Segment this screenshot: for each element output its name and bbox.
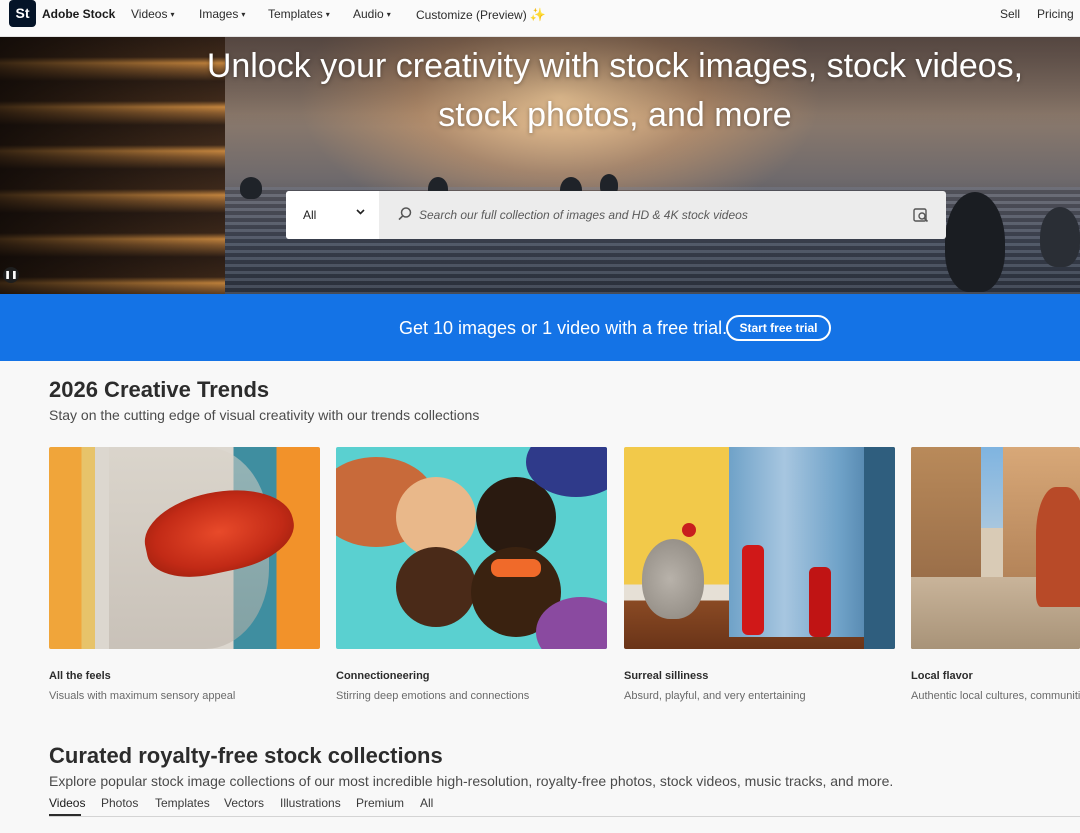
trend-card-subtitle: Authentic local cultures, communities [911, 690, 1080, 702]
visual-search-icon[interactable] [912, 206, 930, 224]
tab-videos[interactable]: Videos [49, 796, 85, 810]
tabs-divider [49, 816, 1080, 817]
chevron-down-icon: ▾ [325, 10, 330, 19]
nav-customize[interactable]: Customize (Preview) ✨ [416, 7, 546, 23]
pause-icon[interactable]: ❚❚ [3, 267, 19, 283]
tab-premium[interactable]: Premium [356, 796, 404, 810]
trend-card-title[interactable]: Surreal silliness [624, 670, 708, 682]
trend-card-subtitle: Absurd, playful, and very entertaining [624, 690, 806, 702]
collections-title: Curated royalty-free stock collections [49, 743, 443, 768]
search-category-value: All [303, 208, 317, 222]
adobe-stock-logo[interactable]: St [9, 0, 36, 27]
collections-subtitle: Explore popular stock image collections … [49, 773, 894, 789]
trend-card-subtitle: Stirring deep emotions and connections [336, 690, 530, 702]
trends-title: 2026 Creative Trends [49, 377, 270, 402]
trend-card-image-all-the-feels[interactable] [49, 447, 320, 649]
trend-card-title[interactable]: Local flavor [911, 670, 973, 682]
tab-illustrations[interactable]: Illustrations [280, 796, 341, 810]
nav-videos[interactable]: Videos ▾ [131, 7, 175, 21]
hero-title: Unlock your creativity with stock images… [206, 47, 1024, 134]
nav-pricing[interactable]: Pricing [1037, 7, 1074, 21]
top-nav: St Adobe Stock Videos ▾ Images ▾ Templates… [0, 0, 1080, 37]
nav-audio[interactable]: Audio ▾ [353, 7, 391, 21]
trend-card-title[interactable]: All the feels [49, 670, 111, 682]
trends-subtitle: Stay on the cutting edge of visual creat… [49, 407, 480, 423]
chevron-down-icon: ▾ [170, 10, 175, 19]
search-category-select[interactable]: All [286, 191, 379, 239]
search-icon [398, 207, 412, 221]
start-free-trial-button[interactable]: Start free trial [726, 315, 831, 341]
tab-photos[interactable]: Photos [101, 796, 138, 810]
trend-card-image-surreal-silliness[interactable] [624, 447, 895, 649]
trend-card-title[interactable]: Connectioneering [336, 670, 430, 682]
promo-banner: Get 10 images or 1 video with a free tri… [0, 294, 1080, 361]
trend-card-image-connectioneering[interactable] [336, 447, 607, 649]
brand-name[interactable]: Adobe Stock [42, 7, 115, 21]
trend-card-subtitle: Visuals with maximum sensory appeal [49, 690, 236, 702]
sparkle-icon: ✨ [529, 7, 546, 22]
nav-sell[interactable]: Sell [1000, 7, 1020, 21]
search-input[interactable] [419, 205, 899, 225]
chevron-down-icon [355, 206, 366, 220]
promo-text: Get 10 images or 1 video with a free tri… [399, 318, 728, 338]
nav-images[interactable]: Images ▾ [199, 7, 245, 21]
chevron-down-icon: ▾ [386, 10, 391, 19]
trend-card-image-local-flavor[interactable] [911, 447, 1080, 649]
tab-all[interactable]: All [420, 796, 433, 810]
search-bar: All [286, 191, 946, 239]
tab-vectors[interactable]: Vectors [224, 796, 264, 810]
tab-templates[interactable]: Templates [155, 796, 210, 810]
nav-templates[interactable]: Templates ▾ [268, 7, 330, 21]
active-tab-indicator [49, 814, 81, 816]
chevron-down-icon: ▾ [241, 10, 246, 19]
